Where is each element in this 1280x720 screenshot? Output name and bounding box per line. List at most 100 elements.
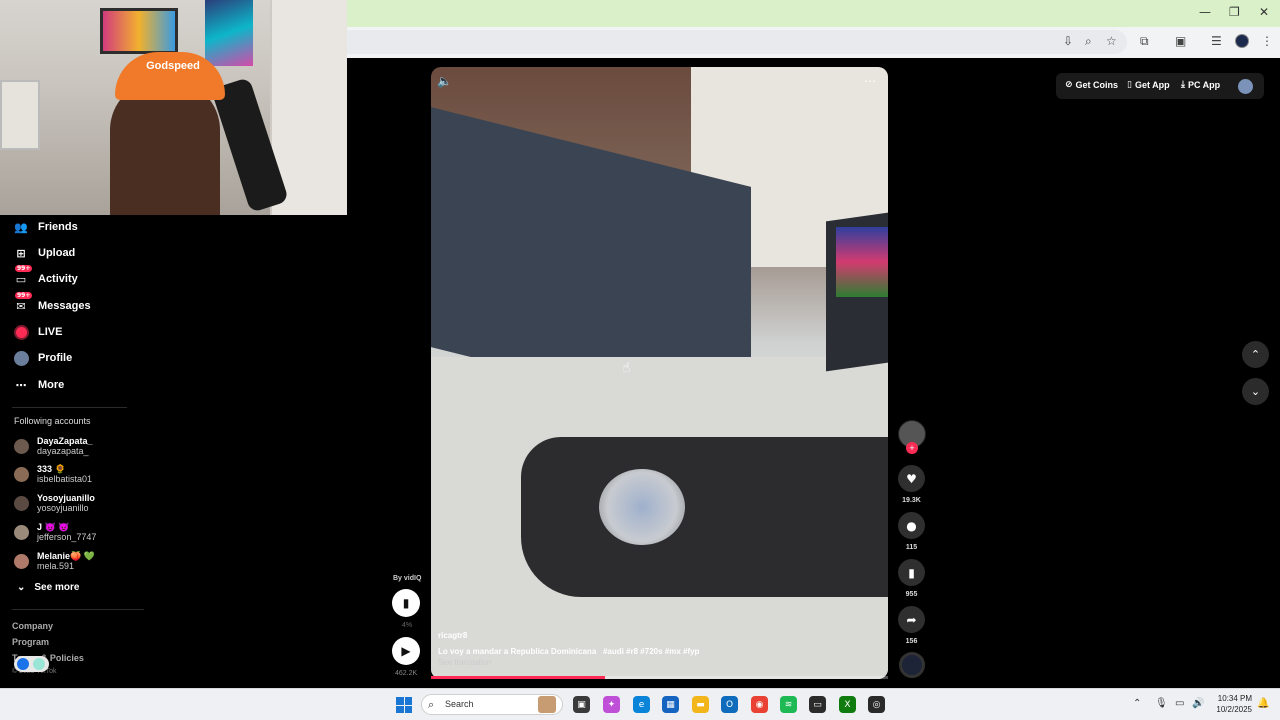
comment-icon: ● xyxy=(906,518,917,533)
play-button[interactable]: ▶ xyxy=(392,637,420,665)
windows-start-icon[interactable] xyxy=(396,697,412,713)
heart-icon: ♥ xyxy=(906,471,917,486)
following-account[interactable]: Yosoyjuanillo yosoyjuanillo xyxy=(14,493,95,513)
account-username: mela.591 xyxy=(37,561,75,571)
see-more-button[interactable]: ⌄ See more xyxy=(17,582,79,593)
network-icon[interactable]: ▭ xyxy=(1175,698,1184,709)
see-translation-link[interactable]: See translation xyxy=(438,658,491,667)
friends-icon: 👥 xyxy=(14,220,28,234)
sidebar-item-friends[interactable]: 👥 Friends xyxy=(13,217,78,237)
activity-icon: ▭ 99+ xyxy=(15,265,33,286)
video-scene xyxy=(599,469,685,545)
messages-icon: ✉ 99+ xyxy=(15,292,33,313)
vidiq-label: By vidIQ xyxy=(393,575,422,582)
microphone-icon[interactable]: 🎙 xyxy=(1155,698,1168,709)
minimize-button[interactable]: — xyxy=(1199,5,1211,19)
spotify-icon[interactable]: ≋ xyxy=(780,696,797,713)
clock-date: 10/2/2025 xyxy=(1216,705,1252,714)
following-title: Following accounts xyxy=(14,416,91,426)
following-account[interactable]: DayaZapata_ dayazapata_ xyxy=(14,436,93,456)
previous-video-button[interactable]: ⌃ xyxy=(1242,341,1269,368)
pc-app-button[interactable]: ⤓ PC App xyxy=(1181,80,1220,90)
caption-text: Lo voy a mandar a Republica Dominicana xyxy=(438,647,597,656)
video-player[interactable] xyxy=(431,67,888,679)
video-progress-fill xyxy=(431,676,605,679)
save-button[interactable]: ▮ xyxy=(898,559,925,586)
avatar xyxy=(14,438,29,454)
next-video-button[interactable]: ⌄ xyxy=(1242,378,1269,405)
sidebar-item-more[interactable]: ⋯ More xyxy=(13,375,65,395)
sidebar-item-activity[interactable]: ▭ 99+ Activity xyxy=(13,265,78,289)
bar-chart-icon: ▮ xyxy=(402,596,410,610)
search-highlight-image xyxy=(538,696,556,713)
taskbar-clock[interactable]: 10:34 PM 10/2/2025 xyxy=(1210,693,1252,715)
reading-list-icon[interactable]: ☰ xyxy=(1211,34,1222,48)
caption-hashtags[interactable]: #audi #r8 #720s #mx #fyp xyxy=(603,647,700,656)
zoom-icon[interactable]: ⌕ xyxy=(1085,34,1092,49)
following-account[interactable]: Melanie🍑 💚 mela.591 xyxy=(14,551,95,571)
close-button[interactable]: ✕ xyxy=(1259,5,1269,19)
restore-button[interactable]: ❐ xyxy=(1229,5,1240,19)
extension-toggle[interactable] xyxy=(14,656,49,672)
notification-bell-icon[interactable]: 🔔 xyxy=(1257,698,1269,709)
video-author[interactable]: ricagtr8 xyxy=(438,631,467,640)
file-explorer-icon[interactable]: ▬ xyxy=(692,696,709,713)
messages-badge: 99+ xyxy=(15,292,33,299)
get-app-button[interactable]: ▯ Get App xyxy=(1127,80,1170,90)
activity-badge: 99+ xyxy=(15,265,33,272)
footer-program[interactable]: Program xyxy=(12,637,49,647)
following-account[interactable]: 333 🌻 isbelbatista01 xyxy=(14,464,92,484)
sidebar-item-label: Friends xyxy=(38,221,78,233)
media-icon[interactable]: ▣ xyxy=(1175,34,1186,48)
vidiq-percent: 4% xyxy=(402,622,413,629)
video-scene xyxy=(521,437,888,597)
following-account[interactable]: J 👿 👿 jefferson_7747 xyxy=(14,522,96,542)
video-progress-bar[interactable] xyxy=(431,676,888,679)
sidebar-item-label: LIVE xyxy=(38,326,63,338)
share-button[interactable]: ➦ xyxy=(898,606,925,633)
share-count: 156 xyxy=(905,638,918,645)
obs-icon[interactable]: ◎ xyxy=(868,696,885,713)
account-name: Yosoyjuanillo xyxy=(37,493,95,503)
sidebar-item-upload[interactable]: ⊞ Upload xyxy=(13,243,75,263)
more-options-icon[interactable]: ⋯ xyxy=(864,74,876,88)
star-icon[interactable]: ☆ xyxy=(1106,34,1117,48)
edge-icon[interactable]: e xyxy=(633,696,650,713)
account-username: yosoyjuanillo xyxy=(37,503,89,513)
address-bar[interactable] xyxy=(347,30,1127,54)
outlook-icon[interactable]: O xyxy=(721,696,738,713)
volume-icon[interactable]: 🔈 xyxy=(437,74,452,88)
webcam-poster xyxy=(205,0,253,66)
store-icon[interactable]: ▦ xyxy=(662,696,679,713)
task-view-icon[interactable]: ▣ xyxy=(573,696,590,713)
play-icon: ▶ xyxy=(401,644,411,658)
sidebar-item-live[interactable]: LIVE xyxy=(13,322,62,342)
account-name: DayaZapata_ xyxy=(37,436,93,446)
footer-company[interactable]: Company xyxy=(12,621,53,631)
sidebar-item-profile[interactable]: Profile xyxy=(13,348,72,368)
profile-icon[interactable] xyxy=(1235,34,1249,48)
terminal-icon[interactable]: ▭ xyxy=(809,696,826,713)
account-username: jefferson_7747 xyxy=(37,532,97,542)
xbox-icon[interactable]: X xyxy=(839,696,856,713)
chrome-icon[interactable]: ◉ xyxy=(751,696,768,713)
sidebar-item-label: Messages xyxy=(38,300,91,312)
music-disc-icon[interactable] xyxy=(899,652,925,678)
follow-plus-icon[interactable]: + xyxy=(906,442,918,454)
install-icon[interactable]: ⇩ xyxy=(1063,34,1073,48)
sidebar-item-messages[interactable]: ✉ 99+ Messages xyxy=(13,292,91,316)
avatar[interactable] xyxy=(1238,79,1253,94)
volume-icon[interactable]: 🔊 xyxy=(1192,698,1204,709)
sidebar-divider xyxy=(12,407,127,408)
stats-button[interactable]: ▮ xyxy=(392,589,420,617)
like-button[interactable]: ♥ xyxy=(898,465,925,492)
menu-icon[interactable]: ⋮ xyxy=(1261,34,1273,48)
bookmark-icon: ▮ xyxy=(908,565,915,580)
tray-chevron-icon[interactable]: ⌃ xyxy=(1133,698,1141,709)
view-count: 462.2K xyxy=(395,670,418,677)
copilot-icon[interactable]: ✦ xyxy=(603,696,620,713)
extensions-icon[interactable]: ⧉ xyxy=(1140,34,1149,49)
account-username: isbelbatista01 xyxy=(37,474,93,484)
comment-button[interactable]: ● xyxy=(898,512,925,539)
get-coins-button[interactable]: ⊘ Get Coins xyxy=(1065,80,1118,90)
